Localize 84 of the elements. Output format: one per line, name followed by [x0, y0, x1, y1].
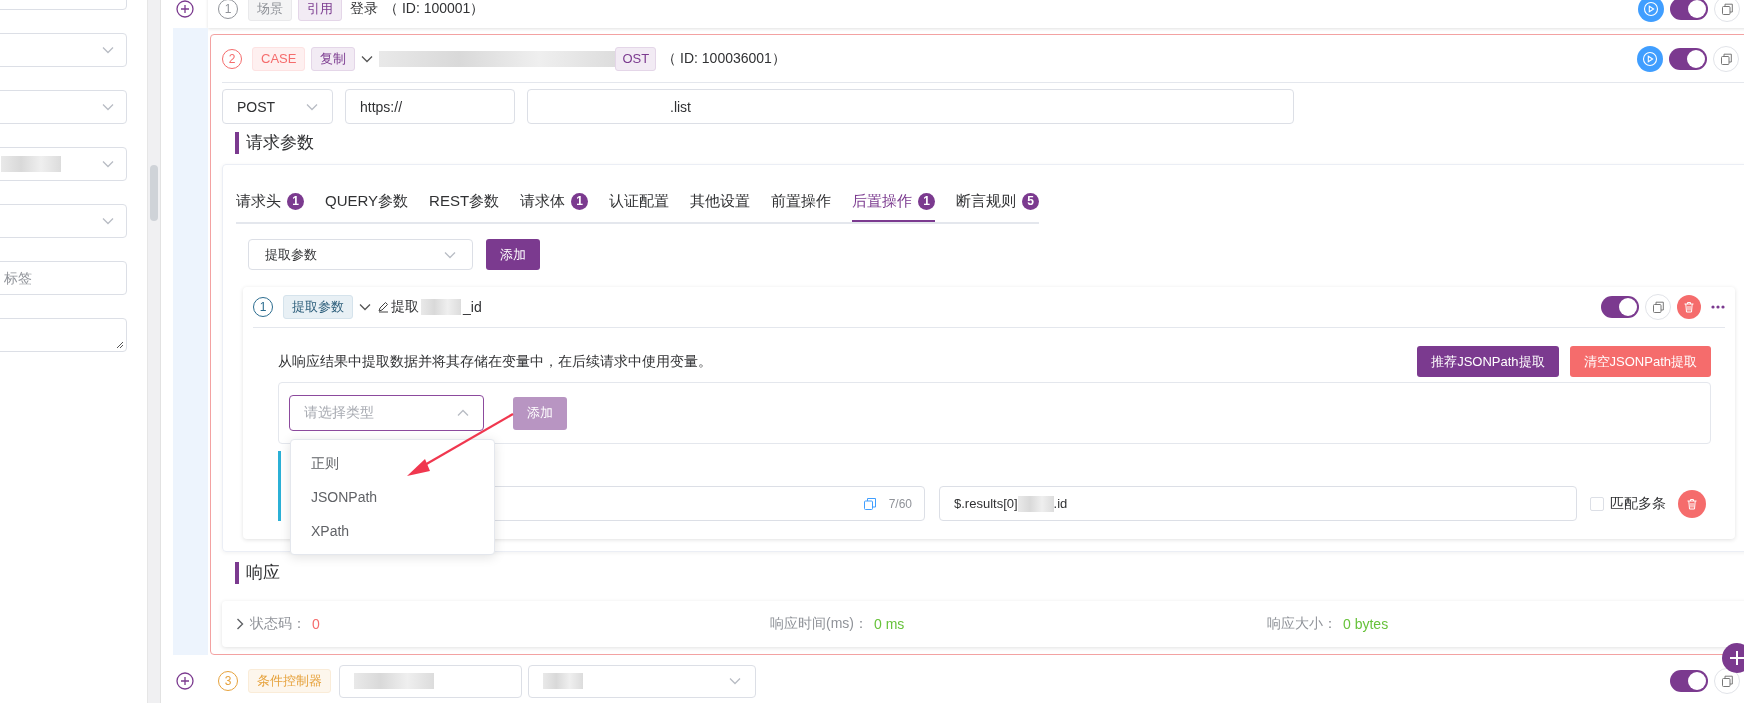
field-value: 0 [312, 616, 320, 632]
enable-toggle[interactable] [1670, 0, 1708, 20]
tag-label: CASE [252, 46, 306, 71]
step-id: （ ID: 100036001） [662, 49, 786, 68]
char-counter: 7/60 [888, 496, 912, 511]
field-value: 0 ms [874, 616, 905, 632]
copy-icon[interactable] [1645, 294, 1671, 320]
select-field[interactable] [0, 33, 127, 67]
add-step-icon[interactable] [176, 672, 194, 690]
edit-icon[interactable] [377, 301, 389, 313]
select-field[interactable] [0, 147, 127, 181]
method-select[interactable]: POST [222, 89, 333, 124]
chevron-right-icon[interactable] [236, 618, 244, 630]
chevron-down-icon [306, 102, 318, 111]
play-button-icon[interactable] [1637, 45, 1663, 72]
tag-label: 条件控制器 [248, 669, 331, 693]
scrollbar-thumb[interactable] [150, 165, 158, 221]
floating-add-button[interactable] [1722, 643, 1744, 673]
tab[interactable]: 断言规则 5 [956, 182, 1040, 222]
blurred-text [421, 299, 461, 315]
blurred-text [1017, 495, 1054, 512]
count-badge: 1 [918, 192, 936, 210]
tag-label: 引用 [298, 0, 342, 21]
expression-field[interactable]: $.results[0] .id [939, 486, 1577, 521]
tab[interactable]: REST参数 [429, 182, 500, 222]
chevron-down-icon [444, 250, 456, 259]
resize-handle-icon [116, 341, 124, 349]
condition-field[interactable] [339, 664, 522, 698]
count-badge: 1 [287, 192, 304, 210]
tab[interactable]: 其他设置 [690, 182, 751, 222]
chevron-down-icon [361, 54, 374, 63]
chevron-up-icon [457, 409, 469, 417]
select-field[interactable] [0, 204, 127, 238]
url-field[interactable]: https:// [345, 89, 515, 124]
tab[interactable]: 前置操作 [771, 182, 832, 222]
copy-icon[interactable] [1714, 0, 1740, 22]
rule-name: 提取 [391, 298, 419, 316]
more-icon[interactable] [1711, 305, 1725, 309]
tab[interactable]: 请求头 1 [236, 182, 304, 222]
method-tag: OST [615, 46, 657, 71]
add-step-icon[interactable] [176, 0, 194, 18]
chevron-down-icon [102, 217, 114, 225]
tab[interactable]: 请求体 1 [520, 182, 589, 222]
count-badge: 5 [1022, 192, 1040, 210]
dropdown-option[interactable]: 正则 [291, 446, 494, 480]
delete-icon[interactable] [1677, 295, 1701, 319]
chevron-down-icon [102, 103, 114, 111]
section-heading: 请求参数 [235, 132, 314, 154]
rule-name: _id [463, 299, 482, 315]
tab[interactable]: 后置操作 1 [852, 182, 936, 222]
play-button-icon[interactable] [1638, 0, 1664, 22]
select-field[interactable] [0, 90, 127, 124]
field-label: 状态码： [250, 615, 306, 633]
tab[interactable]: 认证配置 [609, 182, 670, 222]
chevron-down-icon [729, 677, 741, 685]
blurred-text [543, 673, 583, 689]
step-card[interactable]: 1 场景 引用 登录 （ ID: 100001） [208, 0, 1744, 28]
chevron-down-icon [102, 46, 114, 54]
add-button[interactable]: 添加 [486, 239, 540, 270]
url-field[interactable]: .list [527, 89, 1294, 124]
tab[interactable]: QUERY参数 [325, 182, 409, 222]
action-button[interactable]: 推荐JSONPath提取 [1417, 346, 1559, 377]
delete-icon[interactable] [1678, 489, 1706, 518]
enable-toggle[interactable] [1669, 47, 1707, 70]
field-label: 响应大小： [1267, 615, 1337, 633]
input-field[interactable]: 标签 [0, 261, 127, 295]
description: 从响应结果中提取数据并将其存储在变量中，在后续请求中使用变量。 [278, 352, 712, 371]
field-label: 响应时间(ms)： [770, 615, 868, 633]
chevron-down-icon [359, 303, 371, 311]
enable-toggle[interactable] [1670, 670, 1708, 692]
tag-label: 复制 [311, 46, 356, 71]
tag-label: 提取参数 [283, 295, 353, 319]
count-badge: 1 [571, 192, 589, 210]
copy-icon[interactable] [1713, 45, 1739, 72]
tag-label: 场景 [248, 0, 292, 21]
step-name: 登录 [350, 0, 378, 18]
enable-toggle[interactable] [1601, 296, 1639, 318]
checkbox-label: 匹配多条 [1610, 494, 1666, 513]
step-id: （ ID: 100001） [384, 0, 485, 18]
field-value: 0 bytes [1343, 616, 1389, 632]
type-select[interactable]: 提取参数 [248, 239, 473, 270]
chevron-down-icon [102, 160, 114, 168]
checkbox[interactable] [1590, 496, 1604, 511]
section-heading: 响应 [235, 562, 280, 584]
